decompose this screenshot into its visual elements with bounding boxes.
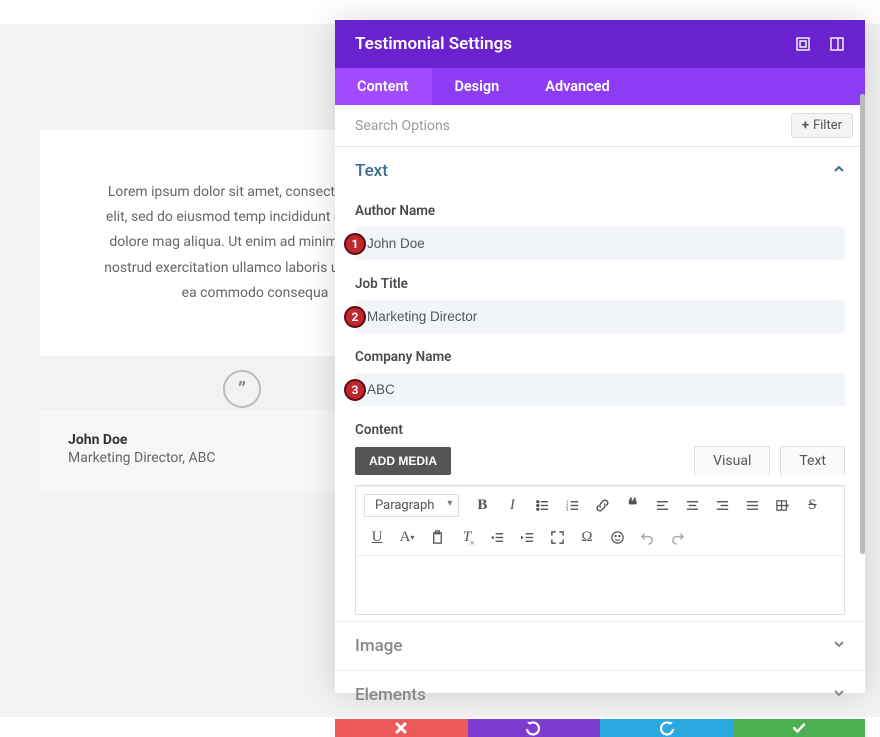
- panel-header[interactable]: Testimonial Settings: [335, 20, 865, 68]
- scrollbar[interactable]: [860, 94, 865, 554]
- chevron-down-icon: [833, 638, 845, 654]
- svg-text:3: 3: [566, 508, 569, 513]
- content-label: Content: [355, 422, 845, 438]
- quote-icon-btn[interactable]: ❝: [619, 493, 645, 517]
- bullet-list-icon[interactable]: [529, 493, 555, 517]
- cancel-button[interactable]: [335, 719, 468, 737]
- tabs: Content Design Advanced: [335, 68, 865, 105]
- undo-button[interactable]: [468, 719, 601, 737]
- section-text-body: Author Name 1 Job Title 2 Company Name 3…: [335, 195, 865, 621]
- emoji-icon[interactable]: [604, 525, 630, 549]
- chevron-down-icon: [833, 687, 845, 703]
- panel-title: Testimonial Settings: [355, 34, 512, 54]
- annotation-badge-3: 3: [344, 379, 366, 401]
- section-text-title: Text: [355, 161, 833, 181]
- clear-format-icon[interactable]: T×: [454, 525, 480, 549]
- align-left-icon[interactable]: [649, 493, 675, 517]
- save-button[interactable]: [733, 719, 866, 737]
- paste-icon[interactable]: [424, 525, 450, 549]
- annotation-badge-1: 1: [344, 233, 366, 255]
- search-input[interactable]: Search Options: [355, 118, 791, 134]
- table-icon[interactable]: [769, 493, 795, 517]
- job-title-field[interactable]: [355, 300, 845, 333]
- align-center-icon[interactable]: [679, 493, 705, 517]
- tab-design[interactable]: Design: [432, 68, 523, 105]
- editor-textarea[interactable]: [356, 556, 844, 614]
- editor-toolbar: Paragraph B I 123 ❝ S U A▾: [356, 486, 844, 556]
- text-color-icon[interactable]: A▾: [394, 525, 420, 549]
- indent-icon[interactable]: [514, 525, 540, 549]
- redo-button[interactable]: [600, 719, 733, 737]
- bottom-action-bar: [335, 719, 865, 737]
- quote-icon: ”: [223, 370, 261, 408]
- redo-icon[interactable]: [664, 525, 690, 549]
- special-char-icon[interactable]: Ω: [574, 525, 600, 549]
- search-row: Search Options + Filter: [335, 105, 865, 147]
- editor-tab-text[interactable]: Text: [780, 446, 845, 475]
- author-name-field[interactable]: [355, 227, 845, 260]
- annotation-badge-2: 2: [344, 306, 366, 328]
- link-icon[interactable]: [589, 493, 615, 517]
- tab-content[interactable]: Content: [335, 68, 432, 105]
- align-justify-icon[interactable]: [739, 493, 765, 517]
- add-media-button[interactable]: ADD MEDIA: [355, 447, 451, 475]
- company-name-field[interactable]: [355, 373, 845, 406]
- editor-tab-visual[interactable]: Visual: [694, 446, 770, 475]
- number-list-icon[interactable]: 123: [559, 493, 585, 517]
- chevron-up-icon: [833, 163, 845, 179]
- undo-icon[interactable]: [634, 525, 660, 549]
- job-title-label: Job Title: [355, 276, 845, 292]
- italic-icon[interactable]: I: [499, 493, 525, 517]
- tab-advanced[interactable]: Advanced: [523, 68, 633, 105]
- company-name-label: Company Name: [355, 349, 845, 365]
- settings-panel: Testimonial Settings Content Design Adva…: [335, 20, 865, 693]
- section-image-title: Image: [355, 636, 833, 656]
- filter-button[interactable]: + Filter: [791, 113, 853, 138]
- fullscreen-icon[interactable]: [795, 36, 811, 52]
- section-elements-title: Elements: [355, 685, 833, 705]
- section-image-header[interactable]: Image: [335, 621, 865, 670]
- section-text-header[interactable]: Text: [335, 147, 865, 195]
- underline-icon[interactable]: U: [364, 525, 390, 549]
- bold-icon[interactable]: B: [469, 493, 495, 517]
- strikethrough-icon[interactable]: S: [799, 493, 825, 517]
- outdent-icon[interactable]: [484, 525, 510, 549]
- dock-icon[interactable]: [829, 36, 845, 52]
- expand-icon[interactable]: [544, 525, 570, 549]
- section-elements-header[interactable]: Elements: [335, 670, 865, 719]
- paragraph-selector[interactable]: Paragraph: [364, 494, 459, 517]
- author-name-label: Author Name: [355, 203, 845, 219]
- align-right-icon[interactable]: [709, 493, 735, 517]
